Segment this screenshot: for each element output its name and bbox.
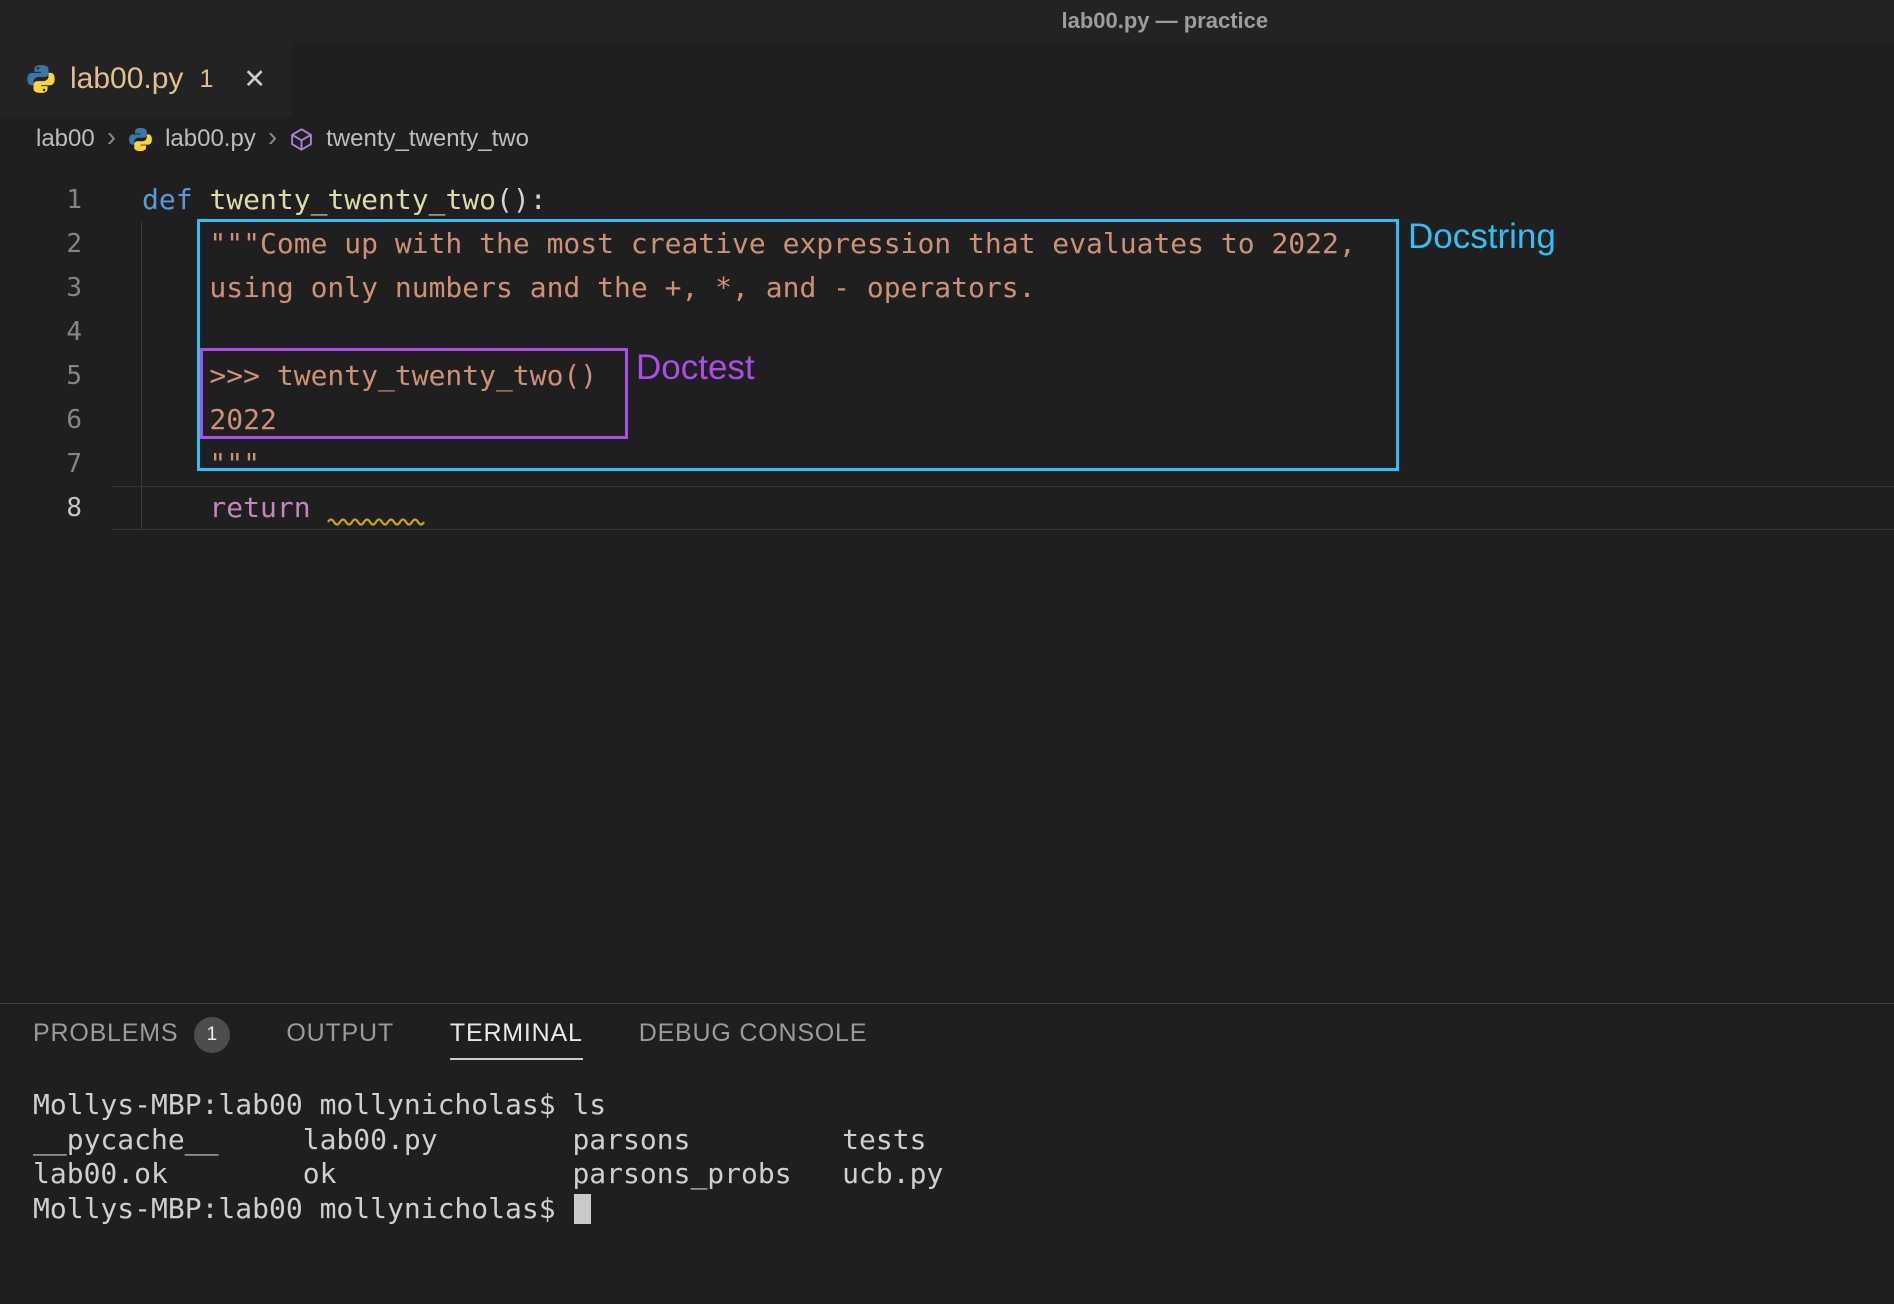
tab-output[interactable]: OUTPUT [286,1019,394,1060]
breadcrumb: lab00 › lab00.py › twenty_twenty_two [0,116,1894,162]
panel-tabbar: PROBLEMS 1 OUTPUT TERMINAL DEBUG CONSOLE [0,1004,1894,1074]
vscode-window: lab00.py — practice lab00.py 1 ✕ lab00 ›… [0,0,1894,1304]
python-icon [128,127,153,152]
panel-tab-label: TERMINAL [450,1019,583,1060]
terminal-line: __pycache__ lab00.py parsons tests [33,1123,1894,1158]
titlebar: lab00.py — practice [0,0,1894,42]
line-number: 2 [0,222,112,266]
breadcrumb-symbol[interactable]: twenty_twenty_two [326,125,529,153]
line-number: 5 [0,354,112,398]
code-line[interactable]: 6 2022 [0,398,1894,442]
tab-debug-console[interactable]: DEBUG CONSOLE [639,1019,868,1060]
terminal-prompt: Mollys-MBP:lab00 mollynicholas$ [33,1192,572,1225]
breadcrumb-file[interactable]: lab00.py [165,125,256,153]
panel-tab-label: DEBUG CONSOLE [639,1019,868,1060]
problems-count-badge: 1 [194,1017,230,1053]
line-number: 8 [0,486,112,530]
code-line[interactable]: 4 [0,310,1894,354]
tab-lab00-py[interactable]: lab00.py 1 ✕ [0,42,292,116]
terminal-cursor [574,1194,591,1224]
code-token: """Come up with the most creative expres… [142,227,1356,260]
close-icon[interactable]: ✕ [243,64,266,95]
line-number: 4 [0,310,112,354]
code-line[interactable]: 3 using only numbers and the +, *, and -… [0,266,1894,310]
terminal-line: Mollys-MBP:lab00 mollynicholas$ [33,1192,1894,1227]
line-number: 1 [0,178,112,222]
code-token: >>> twenty_twenty_two() [142,359,597,392]
code-token: using only numbers and the +, *, and - o… [142,271,1035,304]
line-number: 6 [0,398,112,442]
tab-terminal[interactable]: TERMINAL [450,1019,583,1060]
code-token: (): [496,183,547,216]
code-token: def [142,183,209,216]
line-number: 3 [0,266,112,310]
symbol-cube-icon [289,127,314,152]
terminal-line: lab00.ok ok parsons_probs ucb.py [33,1157,1894,1192]
chevron-right-icon: › [107,123,116,151]
terminal-output[interactable]: Mollys-MBP:lab00 mollynicholas$ ls __pyc… [0,1074,1894,1226]
indent-guide [141,222,142,530]
tab-problems-badge: 1 [199,65,213,94]
current-line-highlight [112,486,1894,530]
code-line[interactable]: 2 """Come up with the most creative expr… [0,222,1894,266]
code-token: """ [142,447,260,480]
terminal-line: Mollys-MBP:lab00 mollynicholas$ ls [33,1088,1894,1123]
panel-tab-label: OUTPUT [286,1019,394,1060]
panel-tab-label: PROBLEMS [33,1019,178,1060]
tab-problems[interactable]: PROBLEMS 1 [33,1017,230,1061]
window-title: lab00.py — practice [1061,8,1268,34]
code-line[interactable]: 1 def twenty_twenty_two(): [0,178,1894,222]
bottom-panel: PROBLEMS 1 OUTPUT TERMINAL DEBUG CONSOLE… [0,1003,1894,1304]
editor-tabbar: lab00.py 1 ✕ [0,42,1894,116]
breadcrumb-folder[interactable]: lab00 [36,125,95,153]
code-token: 2022 [142,403,277,436]
code-line[interactable]: 5 >>> twenty_twenty_two() [0,354,1894,398]
code-editor[interactable]: 1 def twenty_twenty_two(): 2 """Come up … [0,162,1894,1003]
code-line[interactable]: 7 """ [0,442,1894,486]
line-number: 7 [0,442,112,486]
code-token: twenty_twenty_two [209,183,496,216]
python-icon [26,64,56,94]
tab-label: lab00.py [70,62,183,96]
chevron-right-icon: › [268,123,277,151]
